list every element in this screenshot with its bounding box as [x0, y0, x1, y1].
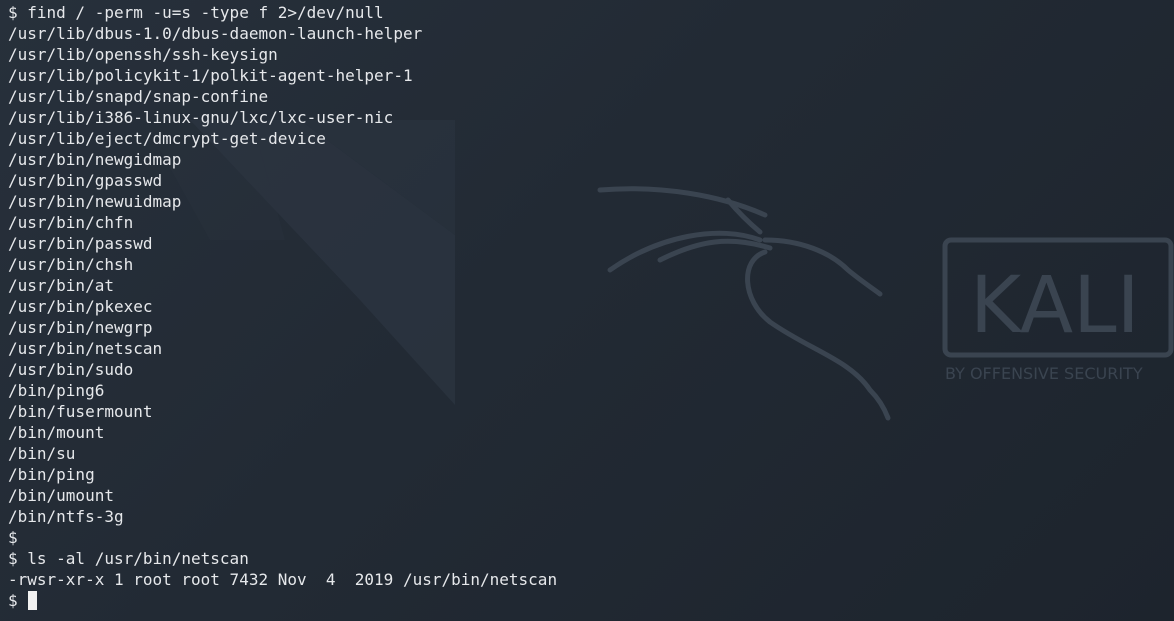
- terminal-line: /usr/lib/openssh/ssh-keysign: [8, 45, 278, 64]
- terminal-line: /bin/ping6: [8, 381, 105, 400]
- terminal-line: /usr/bin/chsh: [8, 255, 134, 274]
- terminal-line: /usr/lib/i386-linux-gnu/lxc/lxc-user-nic: [8, 108, 394, 127]
- terminal-line: $ ls -al /usr/bin/netscan: [8, 549, 249, 568]
- terminal-output: $ find / -perm -u=s -type f 2>/dev/null /…: [8, 2, 557, 611]
- terminal-line: /usr/bin/newuidmap: [8, 192, 182, 211]
- terminal-line: /usr/bin/newgrp: [8, 318, 153, 337]
- kali-tagline: BY OFFENSIVE SECURITY: [945, 364, 1143, 383]
- terminal-line: /bin/su: [8, 444, 76, 463]
- terminal-line: $: [8, 528, 18, 547]
- terminal-window[interactable]: KALI BY OFFENSIVE SECURITY $ find / -per…: [0, 0, 1174, 621]
- terminal-line: /bin/fusermount: [8, 402, 153, 421]
- terminal-line: $ find / -perm -u=s -type f 2>/dev/null: [8, 3, 384, 22]
- terminal-line: /bin/umount: [8, 486, 114, 505]
- terminal-line: /usr/lib/dbus-1.0/dbus-daemon-launch-hel…: [8, 24, 423, 43]
- prompt-line[interactable]: $: [8, 590, 557, 611]
- terminal-line: /usr/bin/gpasswd: [8, 171, 163, 190]
- terminal-line: /usr/bin/at: [8, 276, 114, 295]
- text-cursor: [28, 591, 38, 610]
- terminal-line: -rwsr-xr-x 1 root root 7432 Nov 4 2019 /…: [8, 570, 558, 589]
- terminal-line: /usr/bin/passwd: [8, 234, 153, 253]
- terminal-line: /usr/lib/snapd/snap-confine: [8, 87, 269, 106]
- kali-logo-frame: [942, 237, 1174, 358]
- kali-dragon-icon: [597, 186, 891, 421]
- terminal-line: /usr/lib/policykit-1/polkit-agent-helper…: [8, 66, 413, 85]
- shell-prompt: $: [8, 591, 28, 610]
- terminal-line: /usr/bin/pkexec: [8, 297, 153, 316]
- terminal-line: /bin/mount: [8, 423, 105, 442]
- terminal-line: /usr/bin/sudo: [8, 360, 134, 379]
- terminal-line: /bin/ping: [8, 465, 95, 484]
- terminal-line: /usr/bin/chfn: [8, 213, 134, 232]
- kali-logo-text: KALI: [970, 261, 1140, 351]
- terminal-line: /usr/bin/netscan: [8, 339, 163, 358]
- terminal-line: /bin/ntfs-3g: [8, 507, 124, 526]
- terminal-line: /usr/bin/newgidmap: [8, 150, 182, 169]
- terminal-line: /usr/lib/eject/dmcrypt-get-device: [8, 129, 326, 148]
